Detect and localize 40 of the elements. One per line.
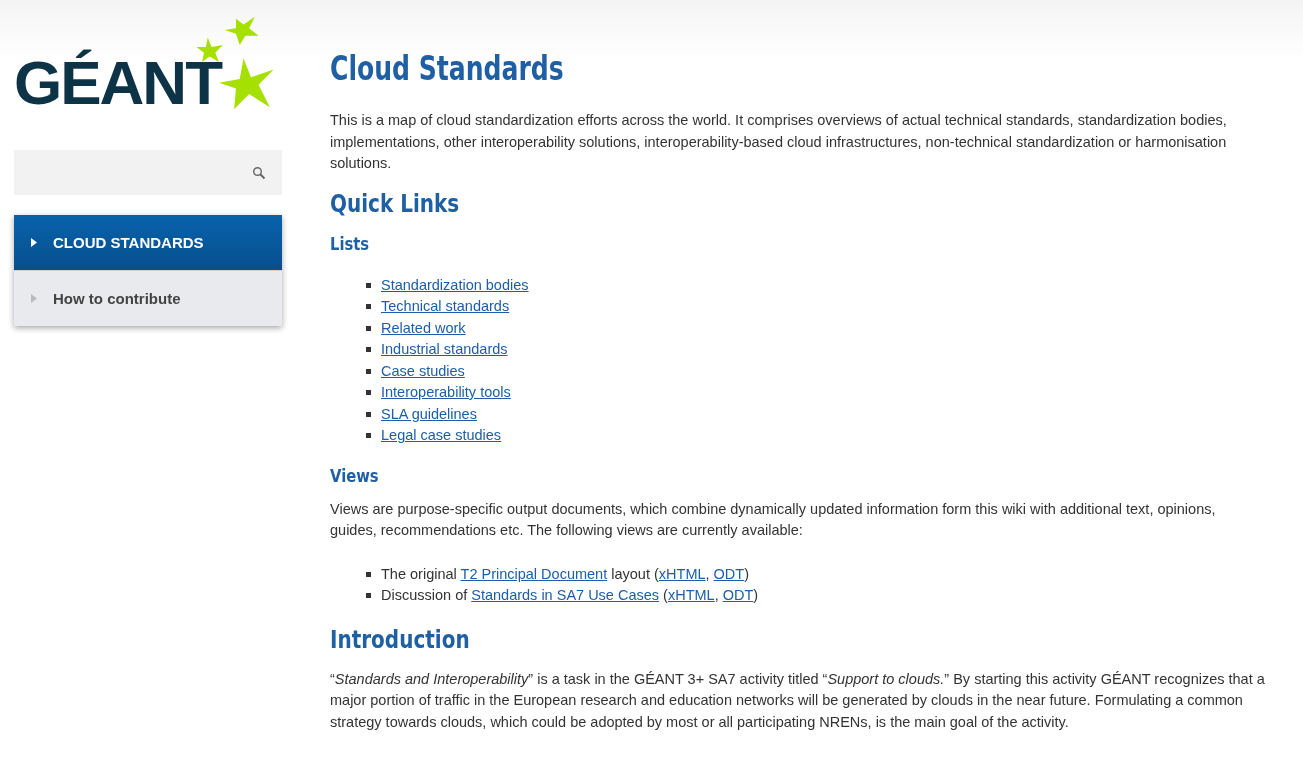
list-link[interactable]: Technical standards (381, 296, 510, 318)
view-link[interactable]: Standards in SA7 Use Cases (471, 587, 660, 603)
list-link[interactable]: Legal case studies (381, 425, 502, 447)
list-link[interactable]: Standardization bodies (381, 274, 529, 296)
subsection-heading: Lists (330, 232, 370, 255)
bullet-icon (366, 304, 371, 310)
introduction-paragraph: “Standards and Interoperability” is a task in the GÉANT 3+ SA7 activity titled “Support to clouds.” By starting this activity GÉANT recognizes that a major portion of traffic in the European research and education networks will be generated by clouds in the near future. Formulating a common strategy towards clouds, which could be adopted by most or all participating NRENs, is the main goal of the activity. (330, 669, 1265, 732)
bullet-icon (366, 571, 371, 577)
view-link[interactable]: ODT (713, 565, 745, 582)
bullet-icon (366, 593, 371, 599)
view-link[interactable]: T2 Principal Document (460, 565, 608, 582)
intro-paragraph: This is a map of cloud standardization efforts across the world. It comprises overviews of actual technical standards, standardization bodies, implementations, other interoperability solutions, interoperability-based cloud infrastructures, non-technical standardization or harmonisation solutions. (330, 111, 1228, 173)
section-heading: Quick Links (330, 188, 460, 219)
bullet-icon (366, 411, 371, 417)
list-link[interactable]: Interoperability tools (381, 382, 511, 404)
caret-icon (31, 238, 37, 247)
bullet-icon (366, 368, 371, 374)
bullet-icon (366, 347, 371, 353)
subsection-heading: Views (330, 464, 379, 487)
list-link[interactable]: SLA guidelines (381, 403, 477, 425)
caret-icon (31, 294, 37, 303)
page-title: Cloud Standards (330, 48, 564, 88)
bullet-icon (366, 325, 371, 331)
bullet-icon (366, 433, 371, 439)
list-link[interactable]: Related work (381, 317, 466, 339)
section-heading: Introduction (330, 624, 470, 655)
view-link[interactable]: xHTML (658, 565, 706, 582)
nav-item[interactable]: How to contribute (14, 270, 282, 326)
search-icon[interactable] (252, 165, 266, 180)
views-paragraph: Views are purpose-specific output documents, which combine dynamically updated information form this wiki with additional text, opinions, guides, recommendations etc. The following views are currently available: (330, 499, 1217, 540)
view-link[interactable]: xHTML (667, 587, 715, 603)
logo[interactable]: GÉANT (14, 0, 300, 118)
view-item: Discussion of Standards in SA7 Use Cases (xHTML, ODT) (381, 586, 759, 605)
list-link[interactable]: Industrial standards (381, 339, 508, 361)
search-field[interactable] (14, 150, 282, 195)
bullet-icon (366, 390, 371, 396)
bullet-icon (366, 282, 371, 288)
view-item: The original T2 Principal Document layout (xHTML, ODT) (381, 564, 750, 584)
nav-item[interactable]: CLOUD STANDARDS (14, 215, 282, 270)
list-link[interactable]: Case studies (381, 360, 465, 382)
